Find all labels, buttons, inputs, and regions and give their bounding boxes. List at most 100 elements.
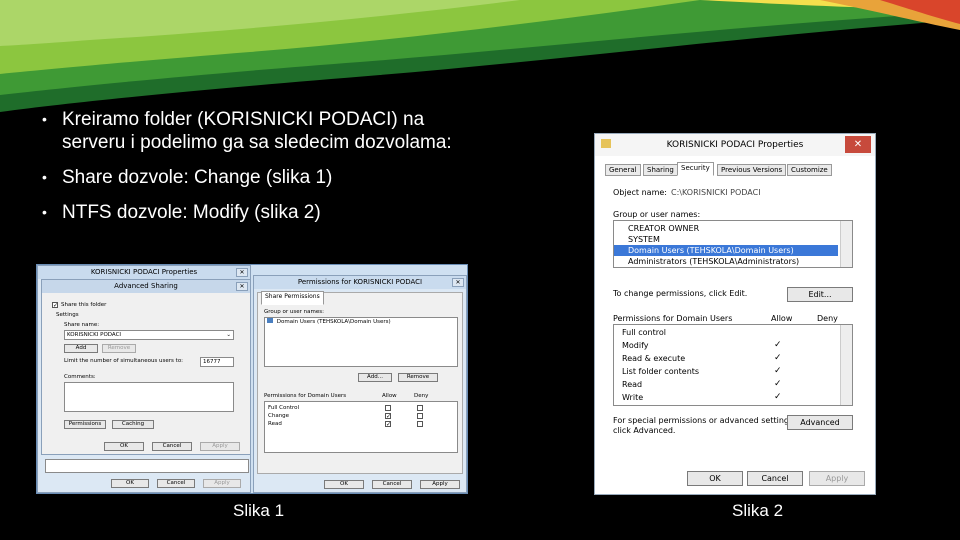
special-permissions-text: click Advanced. (613, 426, 676, 435)
deny-checkbox[interactable] (417, 413, 423, 419)
users-icon (267, 318, 273, 323)
allow-check: ✓ (774, 366, 782, 376)
allow-checkbox[interactable]: ✓ (385, 421, 391, 428)
remove-button[interactable]: Remove (102, 344, 136, 353)
ok-button[interactable]: OK (687, 471, 743, 486)
user-name: SYSTEM (628, 235, 660, 244)
close-icon[interactable]: ✕ (452, 278, 464, 287)
share-name-label: Share name: (64, 322, 100, 328)
close-icon[interactable]: ✕ (236, 268, 248, 277)
bullet-list: Kreiramo folder (KORISNICKI PODACI) na s… (40, 108, 460, 236)
limit-users-stepper[interactable]: 16777 (200, 357, 234, 367)
ok-button[interactable]: OK (324, 480, 364, 489)
caption-slika-1: Slika 1 (233, 501, 285, 520)
allow-check: ✓ (774, 392, 782, 402)
tab-customize[interactable]: Customize (787, 164, 832, 176)
ok-button[interactable]: OK (104, 442, 144, 451)
tab-sharing[interactable]: Sharing (643, 164, 678, 176)
group-label: Group or user names: (264, 309, 324, 315)
folder-icon (601, 139, 611, 148)
user-item[interactable]: CREATOR OWNER (614, 223, 838, 234)
apply-button[interactable]: Apply (420, 480, 460, 489)
user-item-selected[interactable]: Domain Users (TEHSKOLA\Domain Users) (614, 245, 838, 256)
deny-checkbox[interactable] (417, 421, 423, 427)
allow-check: ✓ (774, 379, 782, 389)
title-bar: Permissions for KORISNICKI PODACI ✕ (254, 276, 466, 289)
screenshot-slika-2: KORISNICKI PODACI Properties ✕ General S… (594, 133, 876, 495)
user-name: Administrators (TEHSKOLA\Administrators) (628, 257, 800, 266)
allow-header: Allow (771, 314, 793, 323)
limit-users-label: Limit the number of simultaneous users t… (64, 358, 184, 364)
bullet-item: NTFS dozvole: Modify (slika 2) (40, 201, 460, 224)
tab-share-permissions[interactable]: Share Permissions (261, 291, 324, 305)
perm-name: Change (268, 413, 290, 419)
cancel-button[interactable]: Cancel (157, 479, 195, 488)
user-name: Domain Users (TEHSKOLA\Domain Users) (628, 246, 794, 255)
window-title: KORISNICKI PODACI Properties (90, 268, 198, 276)
bullet-item: Share dozvole: Change (slika 1) (40, 166, 460, 189)
deny-checkbox[interactable] (417, 405, 423, 411)
close-icon[interactable]: ✕ (236, 282, 248, 291)
user-item[interactable]: SYSTEM (614, 234, 838, 245)
allow-header: Allow (382, 393, 397, 399)
tab-security[interactable]: Security (677, 162, 714, 176)
deny-header: Deny (414, 393, 429, 399)
allow-check: ✓ (774, 353, 782, 363)
apply-button[interactable]: Apply (809, 471, 865, 486)
advanced-sharing-dialog: Advanced Sharing ✕ ✓ Share this folder S… (41, 279, 251, 455)
comments-textarea[interactable] (64, 382, 234, 412)
perm-name: Modify (622, 341, 649, 350)
perms-list: Full control Modify ✓ Read & execute ✓ L… (613, 324, 853, 406)
tab-general[interactable]: General (605, 164, 641, 176)
deny-header: Deny (817, 314, 838, 323)
user-item[interactable]: Administrators (TEHSKOLA\Administrators) (614, 256, 838, 267)
remove-button[interactable]: Remove (398, 373, 438, 382)
perms-label: Permissions for Domain Users (264, 393, 347, 399)
dialog-title: Advanced Sharing (114, 282, 178, 290)
scrollbar[interactable] (840, 325, 852, 405)
allow-checkbox[interactable]: ✓ (385, 413, 391, 420)
title-bar: KORISNICKI PODACI Properties ✕ (595, 134, 875, 156)
permissions-dialog: Permissions for KORISNICKI PODACI ✕ Shar… (253, 275, 467, 493)
perm-name: Write (622, 393, 644, 402)
comments-label: Comments: (64, 374, 96, 380)
cancel-button[interactable]: Cancel (152, 442, 192, 451)
scrollbar[interactable] (840, 221, 852, 267)
permissions-button[interactable]: Permissions (64, 420, 106, 429)
ok-button[interactable]: OK (111, 479, 149, 488)
apply-button[interactable]: Apply (203, 479, 241, 488)
add-button[interactable]: Add (64, 344, 98, 353)
perm-name: List folder contents (622, 367, 700, 376)
window-title: KORISNICKI PODACI Properties (666, 140, 804, 150)
perm-name: Read & execute (622, 354, 686, 363)
caching-button[interactable]: Caching (112, 420, 154, 429)
change-permissions-text: To change permissions, click Edit. (613, 289, 748, 298)
add-button[interactable]: Add... (358, 373, 392, 382)
special-permissions-text: For special permissions or advanced sett… (613, 416, 796, 425)
close-icon[interactable]: ✕ (845, 136, 871, 153)
user-list[interactable]: CREATOR OWNER SYSTEM Domain Users (TEHSK… (613, 220, 853, 268)
perms-label: Permissions for Domain Users (613, 314, 733, 323)
group-item[interactable]: Domain Users (TEHSKOLA\Domain Users) (277, 319, 391, 325)
screenshot-slika-1: KORISNICKI PODACI Properties ✕ Advanced … (36, 264, 468, 494)
share-folder-label: Share this folder (61, 302, 107, 308)
object-name-label: Object name: (613, 188, 667, 197)
decorative-swoosh (0, 0, 960, 112)
share-name-value: KORISNICKI PODACI (67, 332, 122, 338)
edit-button[interactable]: Edit... (787, 287, 853, 302)
advanced-button[interactable]: Advanced (787, 415, 853, 430)
share-name-field[interactable]: KORISNICKI PODACI ⌄ (64, 330, 234, 340)
apply-button[interactable]: Apply (200, 442, 240, 451)
cancel-button[interactable]: Cancel (372, 480, 412, 489)
group-list[interactable]: Domain Users (TEHSKOLA\Domain Users) (264, 317, 458, 367)
limit-users-value: 16777 (203, 359, 221, 365)
share-folder-checkbox[interactable]: ✓ (52, 302, 58, 309)
settings-label: Settings (56, 312, 79, 318)
allow-checkbox[interactable] (385, 405, 391, 411)
cancel-button[interactable]: Cancel (747, 471, 803, 486)
tab-previous-versions[interactable]: Previous Versions (717, 164, 787, 176)
perm-name: Full control (622, 328, 666, 337)
user-name: CREATOR OWNER (628, 224, 700, 233)
dialog-title: Permissions for KORISNICKI PODACI (297, 278, 423, 286)
perm-name: Read (268, 421, 282, 427)
